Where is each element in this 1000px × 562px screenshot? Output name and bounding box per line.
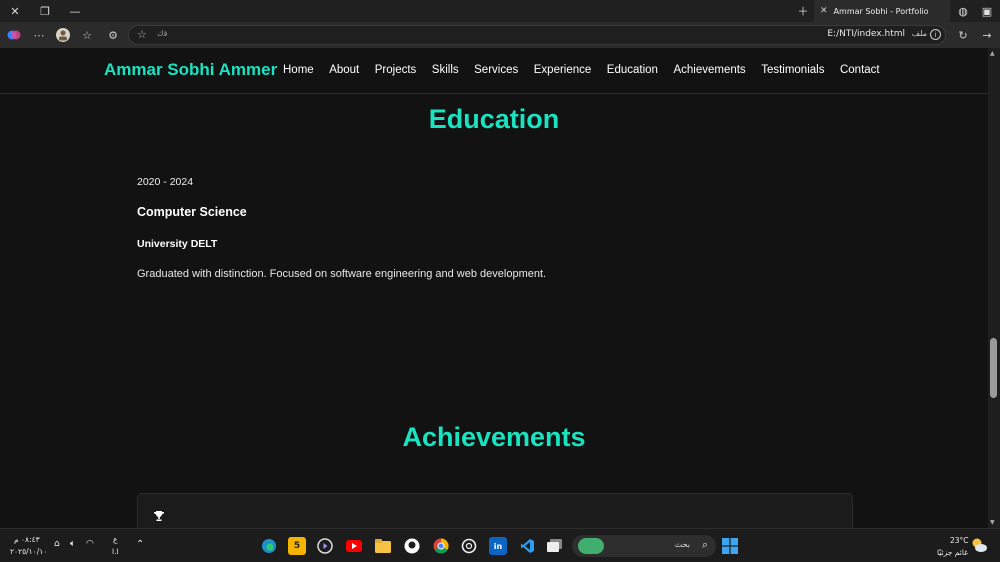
restore-window-button[interactable]: ❐ [30, 0, 60, 22]
favorites-button[interactable]: ☆ [78, 27, 96, 43]
achievements-title: Achievements [402, 422, 586, 452]
input-lang-top[interactable]: ع [113, 535, 117, 544]
search-icon: ⌕ [701, 538, 708, 551]
clock-date[interactable]: ٢٠٢٥/١٠/١٠ [10, 547, 47, 556]
nav-link-experience[interactable]: Experience [534, 64, 592, 76]
star-icon[interactable]: ☆ [137, 28, 147, 41]
vscode-taskbar-icon[interactable] [518, 537, 536, 555]
nav-link-testimonials[interactable]: Testimonials [761, 64, 824, 76]
active-tab[interactable]: ✕ Ammar Sobhi - Portfolio [814, 0, 950, 22]
taskbar-search[interactable]: بحث ⌕ [572, 535, 716, 557]
nav-links: Home About Projects Skills Services Expe… [283, 64, 895, 76]
sublime-taskbar-icon[interactable]: 5 [288, 537, 306, 555]
nav-link-achievements[interactable]: Achievements [673, 64, 745, 76]
trophy-icon [153, 510, 165, 525]
notifications-icon[interactable]: ⌂ [54, 539, 60, 549]
minimize-window-button[interactable]: — [60, 0, 90, 22]
scheme-label: ملف [911, 29, 927, 38]
avatar-icon [56, 28, 70, 42]
site-navbar: Ammar Sobhi Ammer Home About Projects Sk… [0, 48, 988, 94]
scroll-down-icon[interactable]: ▼ [990, 519, 995, 526]
window-layout-button[interactable]: ▣ [972, 0, 1000, 22]
address-bar[interactable]: ☆ ﻗﻙ E:/NTI/index.html ملف i [128, 25, 946, 45]
education-years: 2020 - 2024 [137, 176, 194, 188]
window-icon: ▣ [981, 4, 993, 18]
weather-description[interactable]: غائم جزئيًا [937, 548, 968, 557]
chrome-taskbar-icon[interactable] [432, 537, 450, 555]
plus-icon: ＋ [797, 5, 809, 18]
refresh-button[interactable]: ↻ [954, 27, 972, 43]
nav-link-skills[interactable]: Skills [432, 64, 459, 76]
nav-link-education[interactable]: Education [607, 64, 658, 76]
windows-taskbar: ٠٨:٤٣ م ٢٠٢٥/١٠/١٠ ⌂ 🔈︎ ◠ ع ا.ا ⌃ 5 in ب… [0, 528, 1000, 562]
favorites-list-icon: ☆ [82, 28, 92, 42]
puzzle-icon: ⚙ [108, 28, 118, 42]
refresh-icon: ↻ [958, 28, 968, 42]
close-icon: ✕ [10, 4, 20, 18]
url-text[interactable]: E:/NTI/index.html [827, 29, 905, 39]
site-brand[interactable]: Ammar Sobhi Ammer [104, 60, 277, 80]
page-scrollbar[interactable]: ▲ ▼ [988, 48, 1000, 528]
search-highlight-icon [578, 538, 604, 554]
copilot-button[interactable] [5, 27, 23, 43]
github-taskbar-icon[interactable] [403, 537, 421, 555]
page-viewport: Ammar Sobhi Ammer Home About Projects Sk… [0, 48, 988, 528]
edge-taskbar-icon[interactable] [260, 537, 278, 555]
search-placeholder: بحث [674, 540, 690, 549]
info-icon[interactable]: i [930, 29, 941, 40]
partly-cloudy-icon[interactable] [970, 537, 988, 557]
education-school: University DELT [137, 238, 218, 250]
close-tab-icon[interactable]: ✕ [820, 6, 828, 16]
browser-title-bar: ✕ ❐ — ＋ ✕ Ammar Sobhi - Portfolio ◍ ▣ [0, 0, 1000, 22]
minimize-icon: — [69, 4, 81, 18]
scroll-up-icon[interactable]: ▲ [990, 50, 995, 57]
wifi-icon[interactable]: ◠ [86, 539, 94, 549]
clock-time[interactable]: ٠٨:٤٣ م [14, 535, 40, 544]
tab-title: Ammar Sobhi - Portfolio [833, 6, 929, 16]
close-window-button[interactable]: ✕ [0, 0, 30, 22]
weather-temp[interactable]: 23°C [950, 536, 969, 545]
education-degree: Computer Science [137, 205, 247, 219]
start-button[interactable] [721, 537, 739, 555]
file-explorer-taskbar-icon[interactable] [374, 537, 392, 555]
profile-button[interactable] [54, 27, 72, 43]
nav-link-contact[interactable]: Contact [840, 64, 880, 76]
input-lang-bottom[interactable]: ا.ا [112, 547, 119, 556]
education-description: Graduated with distinction. Focused on s… [137, 268, 547, 280]
nav-link-about[interactable]: About [329, 64, 359, 76]
task-view-taskbar-icon[interactable] [546, 537, 564, 555]
copilot-icon [7, 28, 21, 42]
nav-link-services[interactable]: Services [474, 64, 518, 76]
education-title: Education [428, 104, 560, 134]
youtube-taskbar-icon[interactable] [345, 537, 363, 555]
chatgpt-taskbar-icon[interactable] [460, 537, 478, 555]
media-player-taskbar-icon[interactable] [316, 537, 334, 555]
extensions-button[interactable]: ⚙ [104, 27, 122, 43]
nav-link-projects[interactable]: Projects [375, 64, 417, 76]
scroll-thumb[interactable] [990, 338, 997, 398]
linkedin-taskbar-icon[interactable]: in [489, 537, 507, 555]
forward-button[interactable]: → [978, 27, 996, 43]
volume-icon[interactable]: 🔈︎ [70, 539, 75, 549]
nav-link-home[interactable]: Home [283, 64, 314, 76]
address-lang-text: ﻗﻙ [157, 29, 168, 38]
achievement-card [137, 493, 853, 528]
more-options-button[interactable]: ⋯ [30, 27, 48, 43]
more-icon: ⋯ [33, 28, 45, 42]
globe-icon: ◍ [958, 4, 968, 18]
arrow-right-icon: → [982, 28, 992, 42]
restore-icon: ❐ [40, 4, 50, 18]
chevron-up-icon[interactable]: ⌃ [136, 539, 144, 550]
